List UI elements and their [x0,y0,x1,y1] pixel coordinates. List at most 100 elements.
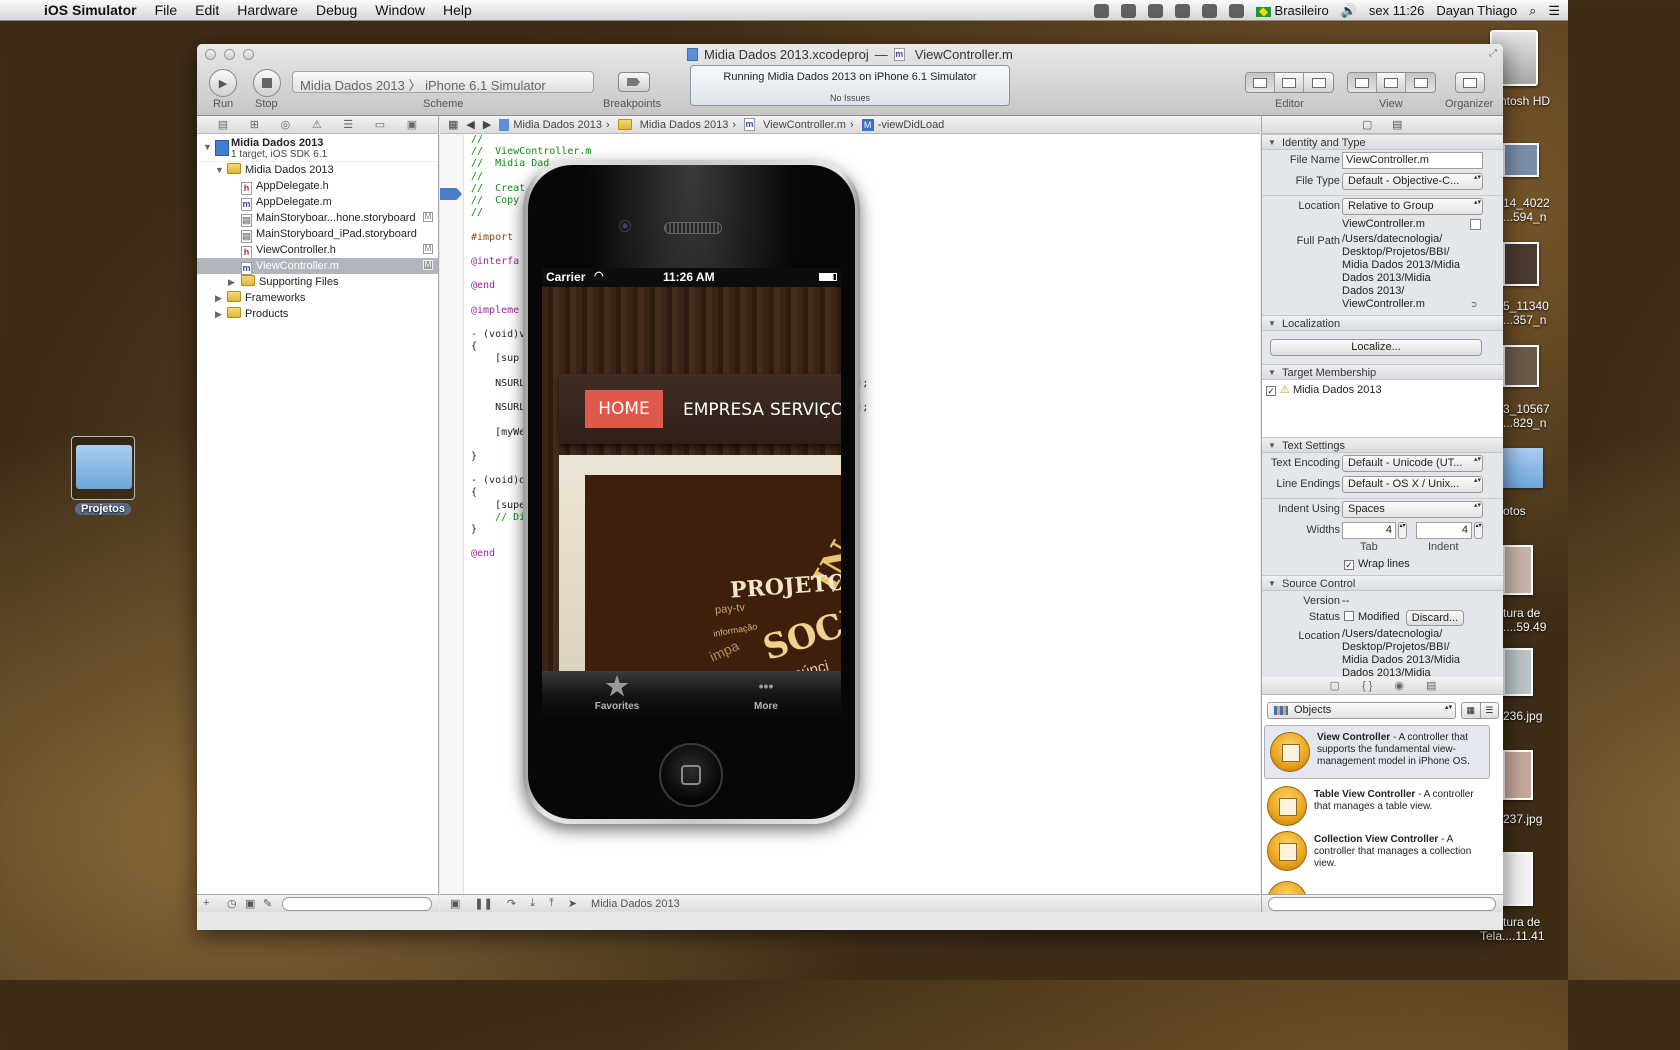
device-screen[interactable]: Carrier ◠ 11:26 AM HOME EMPRESA SERVIÇO … [542,268,841,717]
location-popup[interactable]: Relative to Group [1342,198,1483,215]
file-template-library-icon[interactable]: ▢ [1330,679,1340,692]
image-thumbnail[interactable] [1503,143,1539,177]
standard-editor-button[interactable] [1246,73,1275,92]
stop-button[interactable] [253,69,281,97]
time-machine-icon[interactable] [1228,3,1244,18]
image-thumbnail[interactable] [1503,750,1533,800]
library-item-view-controller[interactable]: View Controller - A controller that supp… [1264,725,1490,779]
library-item-partial[interactable] [1262,877,1503,894]
jump-bar-file[interactable]: m ViewController.m › [744,118,854,131]
home-button[interactable] [659,743,723,807]
unsaved-filter-icon[interactable]: ✎ [263,897,272,910]
toggle-debug-area-icon[interactable]: ▣ [450,897,460,910]
text-encoding-popup[interactable]: Default - Unicode (UT... [1342,455,1483,472]
group-frameworks[interactable]: ▶ Frameworks [197,290,438,306]
menu-hardware[interactable]: Hardware [237,2,298,18]
indent-using-popup[interactable]: Spaces [1342,501,1483,518]
list-view-icon[interactable]: ☰ [1481,703,1499,718]
recent-files-icon[interactable]: ◷ [227,897,237,910]
file-item-appdelegate-h[interactable]: h AppDelegate.h [197,178,438,195]
wrap-lines-checkbox[interactable]: ✓ [1344,560,1354,570]
toggle-navigator-button[interactable] [1348,73,1377,92]
simulate-location-icon[interactable]: ➤ [568,897,577,910]
section-text-settings-header[interactable]: Text Settings [1262,437,1503,454]
menu-debug[interactable]: Debug [316,2,357,18]
choose-file-icon[interactable] [1470,219,1481,230]
tab-favorites[interactable]: ★ Favorites [572,671,662,712]
jump-bar-group[interactable]: Midia Dados 2013 › [617,119,736,131]
image-thumbnail[interactable] [1503,345,1539,387]
disclosure-closed-icon[interactable]: ▶ [215,290,222,306]
debug-navigator-icon[interactable]: ☰ [343,118,353,131]
activity-issues[interactable]: No Issues [691,93,1009,103]
target-row[interactable]: ✓ ⚠ Midia Dados 2013 [1266,383,1382,396]
desktop-folder-projetos[interactable]: Projetos [68,436,138,515]
media-library-icon[interactable]: ▤ [1426,679,1436,692]
code-line[interactable]: // [471,134,868,146]
step-over-icon[interactable]: ↷ [507,897,516,910]
line-endings-popup[interactable]: Default - OS X / Unix... [1342,476,1483,493]
notification-center-icon[interactable]: ☰ [1548,3,1560,19]
localize-button[interactable]: Localize... [1270,339,1482,356]
run-button[interactable]: ▶ [209,69,237,97]
section-localization-header[interactable]: Localization [1262,315,1503,332]
jump-bar-project[interactable]: Midia Dados 2013 › [499,118,610,131]
group-products[interactable]: ▶ Products [197,306,438,322]
back-icon[interactable]: ◀ [466,118,474,131]
debug-target-label[interactable]: Midia Dados 2013 [591,898,680,910]
file-item-storyboard-iphone[interactable]: ▤ MainStoryboar...hone.storyboard M [197,210,438,227]
sync-icon[interactable] [1120,3,1136,18]
close-window-icon[interactable] [205,49,216,60]
menu-file[interactable]: File [155,2,178,18]
code-snippet-library-icon[interactable]: { } [1362,680,1372,692]
object-library-icon[interactable]: ◉ [1394,679,1404,692]
section-source-control-header[interactable]: Source Control [1262,575,1503,592]
wifi-warning-icon[interactable] [1147,3,1163,18]
file-inspector-icon[interactable]: ▢ [1362,118,1372,131]
jump-bar-method[interactable]: M -viewDidLoad [861,118,944,131]
spotlight-icon[interactable]: ⌕ [1529,3,1536,19]
library-filter-field[interactable] [1268,897,1496,911]
tab-width-stepper[interactable]: ▴▾ [1398,522,1407,539]
file-name-field[interactable]: ViewController.m [1342,152,1483,169]
clock[interactable]: sex 11:26 [1369,3,1424,18]
minimize-window-icon[interactable] [224,49,235,60]
image-thumbnail[interactable] [1503,242,1539,286]
nav-home[interactable]: HOME [585,390,663,428]
group-main[interactable]: ▼ Midia Dados 2013 [197,162,438,178]
code-line[interactable]: // ViewController.m [471,146,868,158]
toggle-debug-area-button[interactable] [1377,73,1406,92]
tab-more[interactable]: ••• More [721,671,811,712]
editor-gutter[interactable] [440,134,464,894]
file-item-storyboard-ipad[interactable]: ▤ MainStoryboard_iPad.storyboard [197,226,438,243]
input-source[interactable]: Brasileiro [1255,3,1329,18]
menu-help[interactable]: Help [443,2,472,18]
indent-width-field[interactable]: 4 [1416,522,1472,539]
add-icon[interactable]: + [203,897,209,909]
nav-empresa[interactable]: EMPRESA [683,400,764,420]
volume-icon[interactable]: 🔊 [1341,3,1357,19]
search-navigator-icon[interactable]: ◎ [281,118,291,131]
file-type-popup[interactable]: Default - Objective-C... [1342,173,1483,190]
file-item-viewcontroller-h[interactable]: h ViewController.h M [197,242,438,259]
menu-app-name[interactable]: iOS Simulator [44,2,137,18]
file-item-viewcontroller-m[interactable]: m ViewController.m M [197,258,438,275]
version-editor-button[interactable] [1304,73,1333,92]
wrap-lines-option[interactable]: ✓ Wrap lines [1344,558,1410,570]
bluetooth-icon[interactable] [1201,3,1217,18]
file-item-appdelegate-m[interactable]: m AppDelegate.m [197,194,438,211]
log-navigator-icon[interactable]: ▣ [407,118,417,131]
issue-navigator-icon[interactable]: ⚠ [312,118,322,131]
menu-edit[interactable]: Edit [195,2,219,18]
breakpoint-marker-icon[interactable] [440,188,462,200]
library-item-collection-view-controller[interactable]: Collection View Controller - A controlle… [1262,825,1503,879]
project-root[interactable]: ▼ Midia Dados 2013 1 target, iOS SDK 6.1 [197,134,438,162]
indent-width-stepper[interactable]: ▴▾ [1474,522,1483,539]
disclosure-closed-icon[interactable]: ▶ [215,306,222,322]
project-navigator-icon[interactable]: ▤ [218,118,228,131]
assistant-editor-button[interactable] [1275,73,1304,92]
section-target-membership-header[interactable]: Target Membership [1262,364,1503,381]
disclosure-open-icon[interactable]: ▼ [215,162,224,178]
tab-width-field[interactable]: 4 [1342,522,1396,539]
pause-icon[interactable]: ❚❚ [474,897,492,910]
